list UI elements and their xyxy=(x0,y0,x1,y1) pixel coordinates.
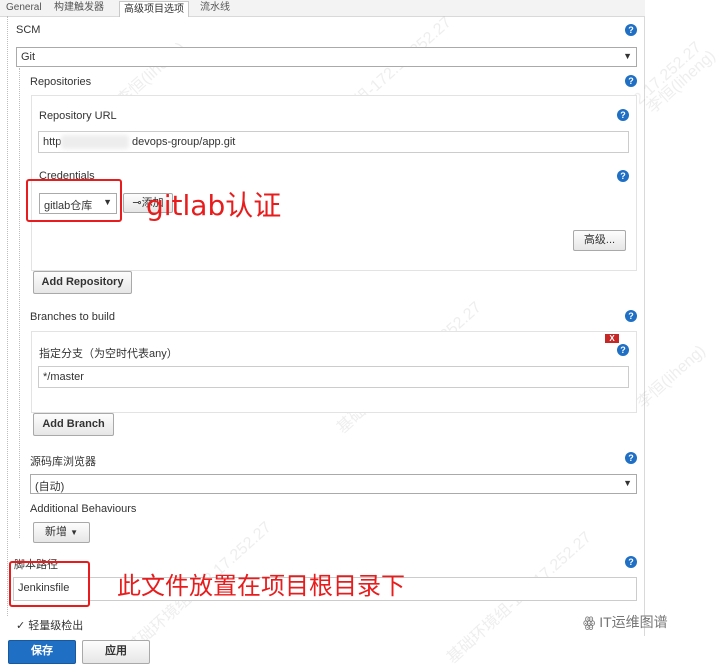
repository-url-label: Repository URL xyxy=(39,110,117,122)
redacted-url-segment xyxy=(61,135,129,149)
frame-right-border xyxy=(644,16,645,636)
repository-url-suffix: devops-group/app.git xyxy=(132,136,236,148)
brand-watermark: ꙮ IT运维图谱 xyxy=(583,612,668,632)
branch-spec-label: 指定分支（为空时代表any） xyxy=(39,348,178,360)
lightweight-checkout-label: 轻量级检出 xyxy=(28,620,84,632)
add-behaviour-button[interactable]: 新增 ▼ xyxy=(33,522,90,543)
dropdown-arrow-icon: ▼ xyxy=(623,478,632,488)
key-icon: ⊸ xyxy=(132,197,142,209)
branch-spec-value: */master xyxy=(43,371,84,383)
watermark-author: 李恒(liheng) xyxy=(644,47,719,118)
lightweight-checkout-checkbox[interactable]: ✓ 轻量级检出 xyxy=(16,617,83,633)
help-icon[interactable]: ? xyxy=(625,75,637,87)
help-icon[interactable]: ? xyxy=(625,24,637,36)
tab-bar: General 构建触发器 高级项目选项 流水线 xyxy=(0,0,645,17)
repositories-label: Repositories xyxy=(30,76,92,88)
help-icon[interactable]: ? xyxy=(617,344,629,356)
tab-advanced-project-options[interactable]: 高级项目选项 xyxy=(119,1,189,17)
script-path-annotation: 此文件放置在项目根目录下 xyxy=(117,572,405,600)
delete-branch-icon[interactable]: X xyxy=(605,334,619,343)
add-branch-button[interactable]: Add Branch xyxy=(33,413,114,436)
tab-general[interactable]: General xyxy=(2,0,46,15)
save-button[interactable]: 保存 xyxy=(8,640,76,664)
dropdown-arrow-icon: ▼ xyxy=(70,528,78,537)
branches-label: Branches to build xyxy=(30,311,115,323)
help-icon[interactable]: ? xyxy=(617,109,629,121)
help-icon[interactable]: ? xyxy=(617,170,629,182)
credentials-annotation: gitlab认证 xyxy=(146,189,282,222)
tab-build-triggers[interactable]: 构建触发器 xyxy=(50,0,108,15)
outer-guide-line xyxy=(7,16,8,616)
help-icon[interactable]: ? xyxy=(625,452,637,464)
additional-behaviours-label: Additional Behaviours xyxy=(30,503,137,515)
help-icon[interactable]: ? xyxy=(625,556,637,568)
branch-spec-input[interactable]: */master xyxy=(38,366,629,388)
source-browser-value: (自动) xyxy=(35,481,65,493)
add-behaviour-label: 新增 xyxy=(45,526,67,538)
source-browser-select[interactable]: (自动) ▼ xyxy=(30,474,637,494)
source-browser-label: 源码库浏览器 xyxy=(30,456,96,468)
dropdown-arrow-icon: ▼ xyxy=(623,51,632,61)
help-icon[interactable]: ? xyxy=(625,310,637,322)
brand-name: IT运维图谱 xyxy=(599,614,668,630)
script-path-highlight-box xyxy=(9,561,90,607)
add-repository-button[interactable]: Add Repository xyxy=(33,271,132,294)
credentials-highlight-box xyxy=(26,179,122,222)
scm-label: SCM xyxy=(16,24,41,36)
inner-guide-line xyxy=(19,68,20,538)
scm-select-value: Git xyxy=(21,51,36,63)
checkbox-icon: ✓ xyxy=(16,620,26,632)
advanced-button[interactable]: 高级... xyxy=(573,230,626,251)
wechat-icon: ꙮ xyxy=(583,614,596,630)
tab-pipeline[interactable]: 流水线 xyxy=(196,0,234,15)
watermark-author: 李恒(liheng) xyxy=(634,342,709,413)
apply-button[interactable]: 应用 xyxy=(82,640,150,664)
repository-url-input[interactable]: http devops-group/app.git xyxy=(38,131,629,153)
scm-select[interactable]: Git ▼ xyxy=(16,47,637,67)
repository-url-prefix: http xyxy=(43,136,62,148)
